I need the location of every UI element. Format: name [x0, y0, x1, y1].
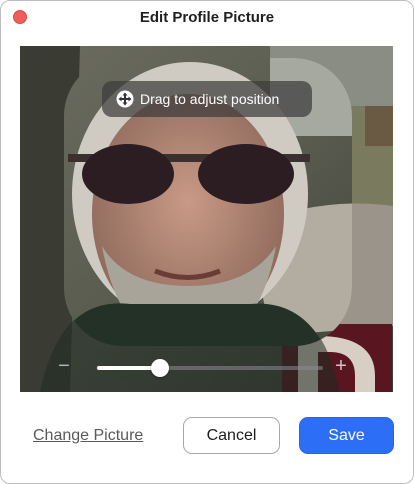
change-picture-link[interactable]: Change Picture — [33, 427, 143, 445]
zoom-slider[interactable]: − + — [20, 354, 393, 382]
profile-photo-editor[interactable]: Drag to adjust position − + — [20, 46, 393, 392]
zoom-out-icon[interactable]: − — [58, 356, 70, 376]
zoom-slider-thumb[interactable] — [151, 359, 170, 377]
dialog-title: Edit Profile Picture — [139, 9, 275, 26]
zoom-slider-track[interactable] — [97, 359, 323, 377]
save-button[interactable]: Save — [299, 417, 394, 454]
cancel-button[interactable]: Cancel — [183, 417, 280, 454]
edit-profile-picture-dialog: Edit Profile Picture Drag to adjust posi… — [0, 0, 414, 484]
move-icon — [116, 90, 134, 108]
zoom-in-icon[interactable]: + — [335, 356, 347, 376]
drag-hint-label: Drag to adjust position — [140, 91, 280, 107]
title-bar: Edit Profile Picture — [1, 1, 413, 35]
drag-hint-pill: Drag to adjust position — [102, 81, 312, 117]
